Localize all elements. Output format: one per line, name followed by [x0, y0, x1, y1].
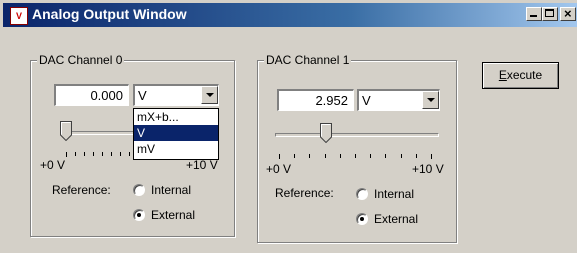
app-icon: V [10, 7, 28, 25]
channel0-unit-select[interactable]: V [133, 84, 219, 106]
channel0-external-radio[interactable] [133, 209, 145, 221]
channel1-external-radio[interactable] [356, 213, 368, 225]
slider-tick [370, 154, 371, 158]
channel1-internal-label[interactable]: Internal [374, 187, 414, 201]
execute-label: xecute [506, 68, 543, 82]
channel1-unit-value: V [362, 93, 371, 108]
execute-mnemonic: E [498, 68, 507, 82]
slider-tick [93, 152, 94, 156]
slider-tick [325, 154, 326, 158]
channel1-reference-label: Reference: [275, 186, 334, 200]
channel0-scale-max: +10 V [186, 158, 218, 172]
analog-output-window: V Analog Output Window × DAC Channel 0 0… [0, 0, 577, 253]
channel1-internal-radio[interactable] [356, 188, 368, 200]
dac-channel-1-label: DAC Channel 1 [264, 53, 352, 67]
chevron-down-icon[interactable] [201, 86, 218, 104]
channel0-internal-label[interactable]: Internal [151, 183, 191, 197]
slider-tick [279, 154, 280, 159]
maximize-icon [545, 9, 554, 17]
slider-tick [355, 154, 356, 158]
slider-tick [66, 152, 67, 157]
dropdown-option[interactable]: mV [134, 141, 218, 157]
slider-tick [102, 152, 103, 156]
channel0-value-input[interactable]: 0.000 [54, 84, 129, 106]
dropdown-option-selected[interactable]: V [134, 125, 218, 141]
channel0-internal-radio[interactable] [133, 184, 145, 196]
slider-tick [120, 152, 121, 156]
channel1-scale-max: +10 V [412, 162, 444, 176]
channel1-slider-ticks [279, 154, 432, 159]
slider-tick [129, 152, 130, 156]
slider-tick [416, 154, 417, 158]
slider-tick [309, 154, 310, 158]
channel0-unit-value: V [138, 88, 147, 103]
maximize-button[interactable] [542, 7, 558, 21]
channel1-scale-min: +0 V [266, 162, 292, 176]
slider-tick [431, 154, 432, 159]
slider-tick [111, 152, 112, 156]
channel1-value-input[interactable]: 2.952 [277, 89, 354, 111]
channel1-slider-track[interactable] [275, 133, 439, 137]
slider-tick [385, 154, 386, 158]
execute-button[interactable]: Execute [482, 62, 559, 89]
close-button[interactable]: × [560, 6, 576, 21]
dropdown-option[interactable]: mX+b... [134, 109, 218, 125]
window-title: Analog Output Window [32, 6, 187, 22]
close-icon: × [564, 6, 572, 21]
slider-tick [401, 154, 402, 158]
channel0-reference-label: Reference: [52, 183, 111, 197]
slider-tick [340, 154, 341, 158]
slider-tick [75, 152, 76, 156]
minimize-icon [530, 15, 537, 17]
channel1-external-label[interactable]: External [374, 212, 418, 226]
slider-tick [84, 152, 85, 156]
dac-channel-0-label: DAC Channel 0 [37, 53, 125, 67]
channel1-slider-thumb[interactable] [319, 123, 332, 143]
chevron-down-icon[interactable] [422, 91, 439, 109]
channel0-scale-min: +0 V [40, 158, 66, 172]
title-bar[interactable]: V Analog Output Window × [3, 3, 577, 27]
minimize-button[interactable] [526, 7, 542, 21]
channel0-unit-dropdown: mX+b... V mV [133, 108, 219, 160]
slider-tick [294, 154, 295, 158]
channel0-external-label[interactable]: External [151, 208, 195, 222]
channel1-unit-select[interactable]: V [357, 89, 440, 111]
channel0-slider-thumb[interactable] [60, 121, 72, 141]
